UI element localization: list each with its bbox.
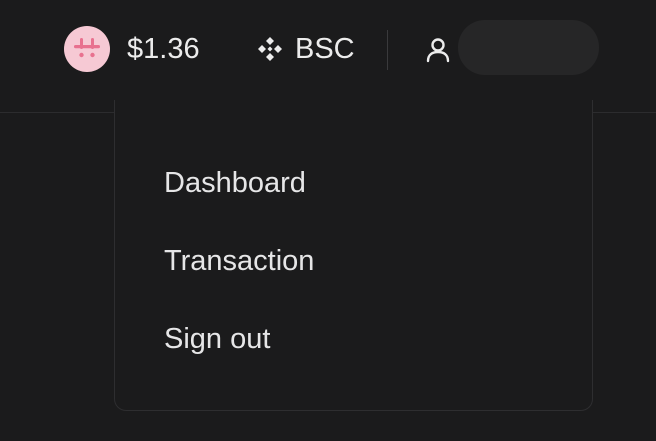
hashflow-token-icon[interactable]: [64, 26, 110, 72]
network-selector[interactable]: BSC: [256, 30, 355, 68]
bnb-chain-icon: [256, 35, 284, 63]
menu-item-transaction[interactable]: Transaction: [164, 243, 314, 279]
token-price: $1.36: [127, 33, 200, 65]
top-bar: $1.36 BSC: [0, 0, 656, 113]
header-divider: [387, 30, 388, 70]
account-button[interactable]: [458, 20, 599, 75]
user-icon[interactable]: [424, 36, 452, 64]
menu-item-dashboard[interactable]: Dashboard: [164, 165, 306, 201]
token-logo-glyph: [74, 38, 100, 58]
network-label: BSC: [295, 33, 355, 65]
menu-item-sign-out[interactable]: Sign out: [164, 321, 270, 357]
account-dropdown-menu: Dashboard Transaction Sign out: [114, 100, 593, 411]
